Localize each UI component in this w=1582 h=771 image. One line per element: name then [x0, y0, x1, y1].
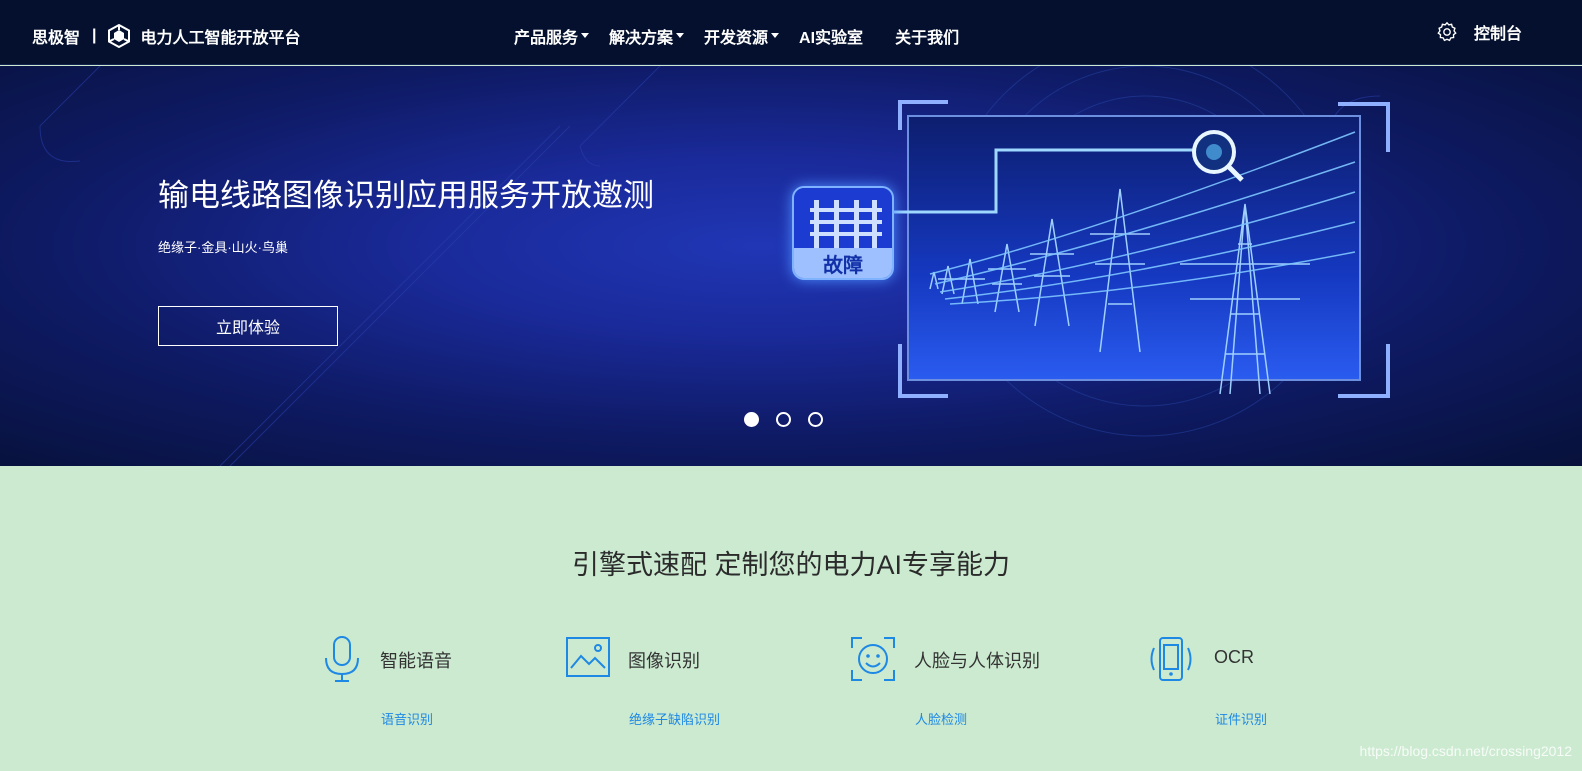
console-label: 控制台 — [1474, 26, 1523, 43]
menu-solutions[interactable]: 解决方案 — [609, 24, 685, 48]
feature-link[interactable]: 绝缘子缺陷识别 — [629, 709, 720, 728]
hero-banner: 输电线路图像识别应用服务开放邀测 绝缘子·金具·山火·鸟巢 立即体验 故障 — [0, 66, 1582, 466]
face-icon — [851, 637, 895, 681]
brand-separator: | — [92, 27, 97, 44]
carousel-dot-1[interactable] — [744, 412, 759, 427]
menu-product-services[interactable]: 产品服务 — [514, 24, 590, 48]
menu-ai-lab[interactable]: AI实验室 — [799, 24, 863, 48]
menu-dev-resources[interactable]: 开发资源 — [704, 24, 780, 48]
gear-icon — [1437, 21, 1457, 42]
tower-icon — [810, 200, 882, 250]
main-menu: 产品服务 解决方案 开发资源 AI实验室 关于我们 — [514, 24, 979, 48]
top-navbar: 思极智 | 电力人工智能开放平台 产品服务 解决方案 开发资源 AI实验室 关于… — [0, 0, 1582, 65]
menu-label: AI实验室 — [799, 30, 864, 47]
carousel-indicators — [744, 412, 840, 427]
caret-down-icon — [676, 32, 685, 38]
menu-label: 关于我们 — [895, 30, 960, 47]
watermark: https://blog.csdn.net/crossing2012 — [1359, 743, 1572, 759]
brand-name: 思极智 — [32, 30, 81, 47]
hero-subtitle: 绝缘子·金具·山火·鸟巢 — [158, 240, 288, 255]
feature-name: OCR — [1214, 647, 1254, 667]
platform-logo-icon — [107, 24, 130, 48]
feature-link[interactable]: 人脸检测 — [915, 709, 967, 728]
menu-label: 开发资源 — [704, 30, 769, 47]
platform-name: 电力人工智能开放平台 — [140, 30, 301, 47]
hero-title: 输电线路图像识别应用服务开放邀测 — [158, 178, 654, 213]
carousel-dot-2[interactable] — [776, 412, 791, 427]
console-button[interactable]: 控制台 — [1436, 20, 1522, 44]
fault-badge: 故障 — [792, 186, 894, 280]
fault-label: 故障 — [794, 248, 892, 278]
phone-icon — [1150, 637, 1192, 681]
microphone-icon — [325, 636, 359, 682]
caret-down-icon — [581, 32, 590, 38]
feature-name: 智能语音 — [380, 651, 452, 671]
menu-label: 解决方案 — [609, 30, 674, 47]
brand[interactable]: 思极智 | 电力人工智能开放平台 — [32, 24, 301, 48]
menu-label: 产品服务 — [514, 30, 579, 47]
try-now-button[interactable]: 立即体验 — [158, 306, 338, 346]
features-title: 引擎式速配 定制您的电力AI专享能力 — [571, 550, 1010, 580]
image-icon — [566, 637, 610, 677]
carousel-dot-3[interactable] — [808, 412, 823, 427]
caret-down-icon — [771, 32, 780, 38]
menu-about-us[interactable]: 关于我们 — [895, 24, 959, 48]
feature-link[interactable]: 语音识别 — [381, 709, 433, 728]
feature-name: 图像识别 — [628, 651, 700, 671]
feature-link[interactable]: 证件识别 — [1215, 709, 1267, 728]
feature-name: 人脸与人体识别 — [914, 651, 1040, 671]
